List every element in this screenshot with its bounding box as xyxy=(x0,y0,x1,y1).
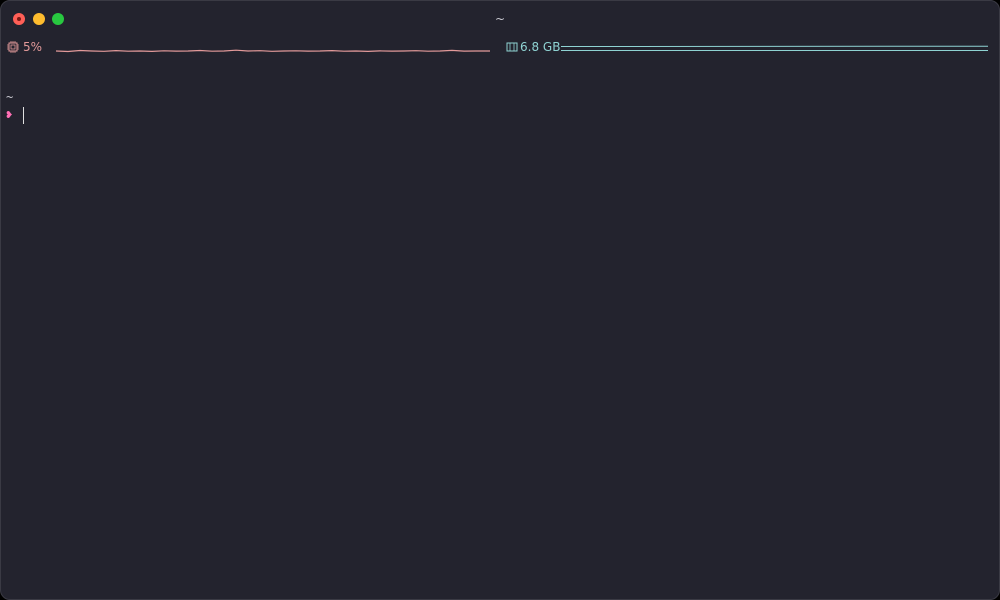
cpu-usage-label: 5% xyxy=(23,40,43,54)
text-cursor xyxy=(23,107,24,124)
cpu-usage-graph xyxy=(56,49,490,53)
current-directory: ~ xyxy=(6,90,14,104)
memory-usage-graph xyxy=(561,45,988,51)
memory-usage-label: 6.8 GB xyxy=(520,40,561,54)
terminal-window: ~ 5% 6.8 GB ~ ❥ xyxy=(0,0,1000,600)
window-title: ~ xyxy=(494,12,506,26)
status-bar: 5% 6.8 GB xyxy=(1,37,999,57)
title-bar[interactable]: ~ xyxy=(1,1,999,37)
prompt-heart-icon: ❥ xyxy=(6,108,13,121)
memory-icon xyxy=(506,42,518,52)
prompt-line[interactable]: ❥ xyxy=(6,107,24,125)
terminal-content[interactable]: ~ ❥ xyxy=(6,89,24,125)
cpu-chip-icon xyxy=(7,41,19,53)
